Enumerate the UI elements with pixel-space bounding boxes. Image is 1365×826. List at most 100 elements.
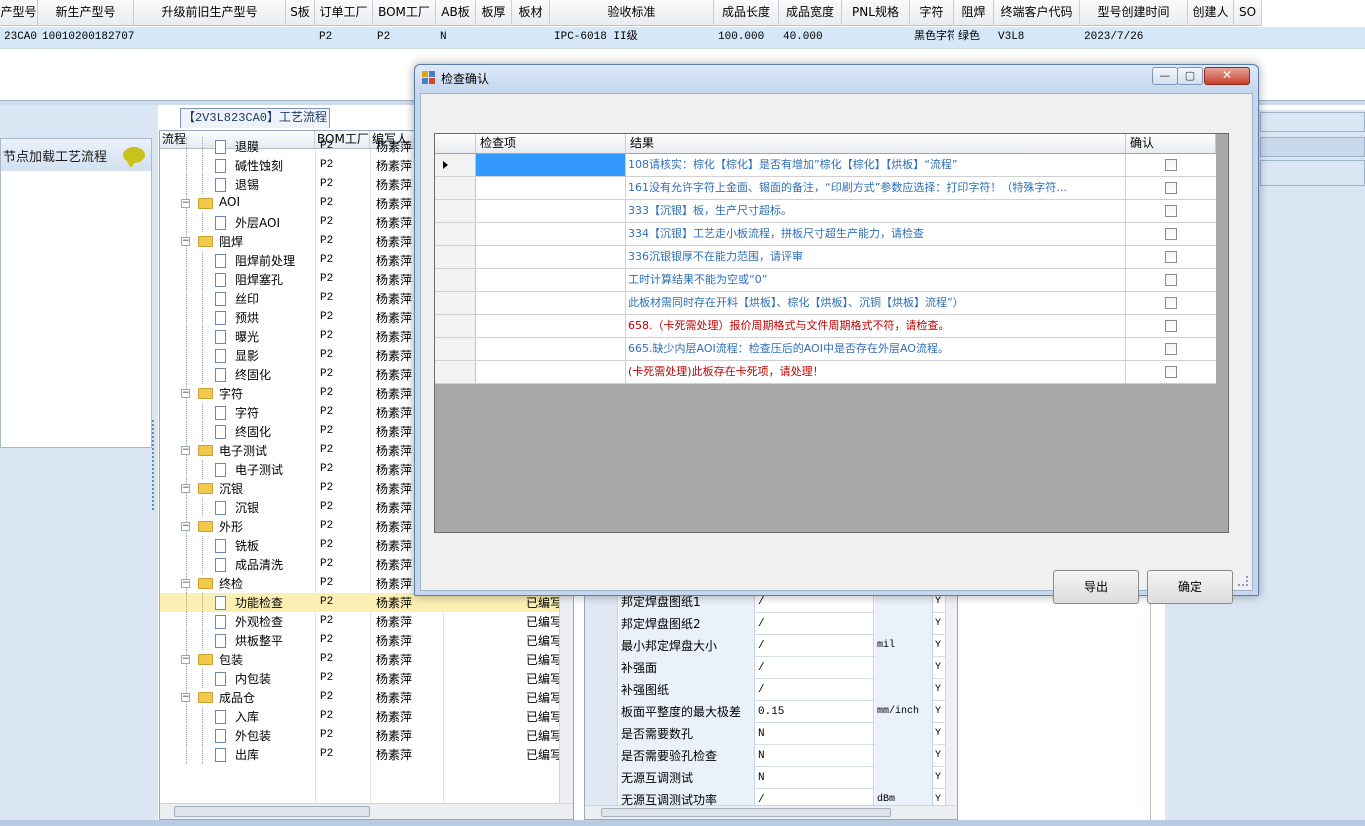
check-result-cell[interactable]: 665.缺少内层AOI流程：检查压后的AOI中是否存在外层AO流程。 — [626, 338, 1126, 360]
check-item-cell[interactable] — [476, 200, 626, 222]
check-row[interactable]: 工时计算结果不能为空或“0” — [435, 269, 1216, 292]
model-grid-cell[interactable] — [286, 27, 315, 48]
confirm-checkbox[interactable] — [1165, 343, 1177, 355]
row-header[interactable] — [435, 361, 476, 383]
resize-grip[interactable] — [1238, 576, 1248, 586]
confirm-checkbox[interactable] — [1165, 297, 1177, 309]
model-grid-col[interactable]: PNL规格 — [842, 0, 910, 26]
model-grid-col[interactable]: SO — [1234, 0, 1262, 26]
tree-vertical-scrollbar[interactable] — [559, 591, 573, 806]
parameter-value[interactable]: / — [756, 613, 874, 635]
check-item-cell[interactable] — [476, 246, 626, 268]
model-grid-col[interactable]: 验收标准 — [550, 0, 714, 26]
check-result-cell[interactable]: 108请核实：棕化【棕化】是否有增加”棕化【棕化】【烘板】“流程” — [626, 154, 1126, 176]
check-row[interactable]: 334【沉银】工艺走小板流程，拼板尺寸超生产能力，请检查 — [435, 223, 1216, 246]
tree-node[interactable]: − 成品仓 P2 杨素萍 已编写 — [160, 688, 562, 707]
model-grid-col[interactable]: 新生产型号 — [38, 0, 134, 26]
dialog-title-bar[interactable]: 检查确认 — ▢ ✕ — [415, 65, 1258, 91]
parameter-value[interactable]: / — [756, 657, 874, 679]
check-item-cell[interactable] — [476, 269, 626, 291]
model-grid-col[interactable]: S板 — [286, 0, 315, 26]
model-grid-cell[interactable]: 100.000 — [714, 27, 779, 48]
check-result-cell[interactable]: 336沉银银厚不在能力范围，请评审 — [626, 246, 1126, 268]
confirm-checkbox[interactable] — [1165, 274, 1177, 286]
check-result-cell[interactable]: 161没有允许字符上金面、锡面的备注，“印刷方式”参数应选择：打印字符！（特殊字… — [626, 177, 1126, 199]
model-grid-col[interactable]: 板厚 — [476, 0, 512, 26]
model-grid-cell[interactable] — [512, 27, 550, 48]
parameter-row[interactable]: 补强面 / Y — [585, 657, 945, 679]
confirm-checkbox[interactable] — [1165, 159, 1177, 171]
model-grid-cell[interactable]: 10010200182707 — [38, 27, 134, 48]
collapse-icon[interactable]: − — [181, 484, 190, 493]
parameter-row[interactable]: 是否需要验孔检查 N Y — [585, 745, 945, 767]
model-grid-col[interactable]: 产型号 — [0, 0, 38, 26]
collapse-icon[interactable]: − — [181, 693, 190, 702]
right-panel-tab[interactable] — [1260, 160, 1365, 186]
check-result-cell[interactable]: 工时计算结果不能为空或“0” — [626, 269, 1126, 291]
parameter-row[interactable]: 是否需要数孔 N Y — [585, 723, 945, 745]
export-button[interactable]: 导出 — [1053, 570, 1139, 604]
model-grid-cell[interactable] — [842, 27, 910, 48]
model-grid-col[interactable]: 终端客户代码 — [994, 0, 1080, 26]
model-grid-cell[interactable]: P2 — [373, 27, 436, 48]
model-grid-row[interactable]: 23CA0 10010200182707 P2 P2 N IPC-6018 II级 100.… — [0, 27, 1365, 49]
parameter-row[interactable]: 邦定焊盘图纸2/ Y — [585, 613, 945, 635]
scroll-thumb[interactable] — [601, 808, 891, 817]
model-grid-cell[interactable] — [1188, 27, 1234, 48]
model-grid-cell[interactable]: 40.000 — [779, 27, 842, 48]
parameter-value[interactable]: N — [756, 767, 874, 789]
speech-bubble-icon[interactable] — [123, 147, 145, 168]
check-row[interactable]: 108请核实：棕化【棕化】是否有增加”棕化【棕化】【烘板】“流程” — [435, 154, 1216, 177]
check-result-cell[interactable]: 334【沉银】工艺走小板流程，拼板尺寸超生产能力，请检查 — [626, 223, 1126, 245]
scroll-thumb[interactable] — [174, 806, 370, 817]
model-grid-cell[interactable] — [134, 27, 286, 48]
row-header[interactable] — [435, 223, 476, 245]
model-grid-col[interactable]: 升级前旧生产型号 — [134, 0, 286, 26]
tree-node[interactable]: 外包装 P2 杨素萍 已编写 — [160, 726, 562, 745]
check-result-cell[interactable]: 658.（卡死需处理）报价周期格式与文件周期格式不符，请检查。 — [626, 315, 1126, 337]
model-grid-col[interactable]: 字符 — [910, 0, 954, 26]
check-row[interactable]: 此板材需同时存在开料【烘板】、棕化【烘板】、沉铜【烘板】流程”） — [435, 292, 1216, 315]
maximize-button[interactable]: ▢ — [1177, 67, 1203, 85]
collapse-icon[interactable]: − — [181, 579, 190, 588]
collapse-icon[interactable]: − — [181, 389, 190, 398]
parameter-value[interactable]: / — [756, 635, 874, 657]
row-header[interactable] — [435, 177, 476, 199]
confirm-checkbox[interactable] — [1165, 251, 1177, 263]
tree-node[interactable]: 内包装 P2 杨素萍 已编写 — [160, 669, 562, 688]
check-item-cell[interactable] — [476, 338, 626, 360]
model-grid-cell[interactable]: 2023/7/26 — [1080, 27, 1188, 48]
row-header[interactable] — [435, 246, 476, 268]
panel-splitter[interactable] — [152, 420, 158, 510]
model-grid-cell[interactable]: N — [436, 27, 476, 48]
collapse-icon[interactable]: − — [181, 237, 190, 246]
confirm-checkbox[interactable] — [1165, 205, 1177, 217]
col-check-item[interactable]: 检查项 — [476, 134, 626, 153]
tree-node[interactable]: 外观检查 P2 杨素萍 已编写 — [160, 612, 562, 631]
parameter-value[interactable]: N — [756, 745, 874, 767]
model-grid-col[interactable]: 成品宽度 — [779, 0, 842, 26]
confirm-checkbox[interactable] — [1165, 320, 1177, 332]
model-grid-cell[interactable]: P2 — [315, 27, 373, 48]
parameter-row[interactable]: 无源互调测试 N Y — [585, 767, 945, 789]
model-grid-col[interactable]: 订单工厂 — [315, 0, 373, 26]
model-grid-col[interactable]: BOM工厂 — [373, 0, 436, 26]
model-grid-cell[interactable] — [476, 27, 512, 48]
row-header[interactable] — [435, 154, 476, 176]
tree-node[interactable]: 出库 P2 杨素萍 已编写 — [160, 745, 562, 764]
check-row[interactable]: 336沉银银厚不在能力范围，请评审 — [435, 246, 1216, 269]
model-grid-cell[interactable]: IPC-6018 II级 — [550, 27, 714, 48]
parameter-row[interactable]: 板面平整度的最大极差 0.15 mm/inch Y — [585, 701, 945, 723]
parameter-value[interactable]: 0.15 — [756, 701, 874, 723]
check-row[interactable]: 665.缺少内层AOI流程：检查压后的AOI中是否存在外层AO流程。 — [435, 338, 1216, 361]
model-grid-cell[interactable]: 绿色 — [954, 27, 994, 48]
ok-button[interactable]: 确定 — [1147, 570, 1233, 604]
row-header[interactable] — [435, 338, 476, 360]
check-row[interactable]: 333【沉银】板，生产尺寸超标。 — [435, 200, 1216, 223]
row-header[interactable] — [435, 315, 476, 337]
confirm-checkbox[interactable] — [1165, 182, 1177, 194]
check-item-cell[interactable] — [476, 292, 626, 314]
check-item-cell[interactable] — [476, 223, 626, 245]
model-grid-cell[interactable]: V3L8 — [994, 27, 1080, 48]
tree-node[interactable]: 入库 P2 杨素萍 已编写 — [160, 707, 562, 726]
